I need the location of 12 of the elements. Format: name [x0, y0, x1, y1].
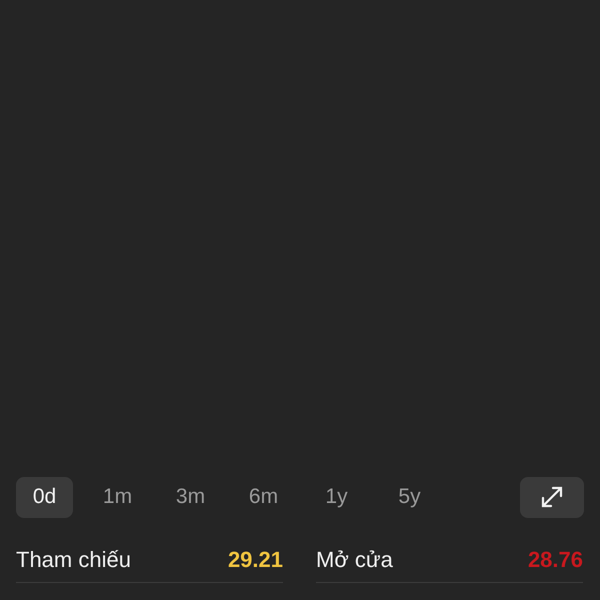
stat-value: 29.21	[228, 547, 283, 573]
expand-button[interactable]	[520, 476, 584, 518]
period-tab[interactable]: 3m	[162, 476, 219, 518]
period-tab[interactable]: 6m	[235, 476, 292, 518]
period-tab[interactable]: 1m	[89, 476, 146, 518]
stat-label: Tham chiếu	[16, 547, 131, 573]
period-tab[interactable]: 1y	[308, 476, 365, 518]
stat-value: 28.76	[528, 547, 583, 573]
period-tab[interactable]: 0d	[16, 476, 73, 518]
stat-label: Mở cửa	[316, 547, 393, 573]
period-tab[interactable]: 5y	[381, 476, 438, 518]
expand-icon	[540, 485, 564, 509]
